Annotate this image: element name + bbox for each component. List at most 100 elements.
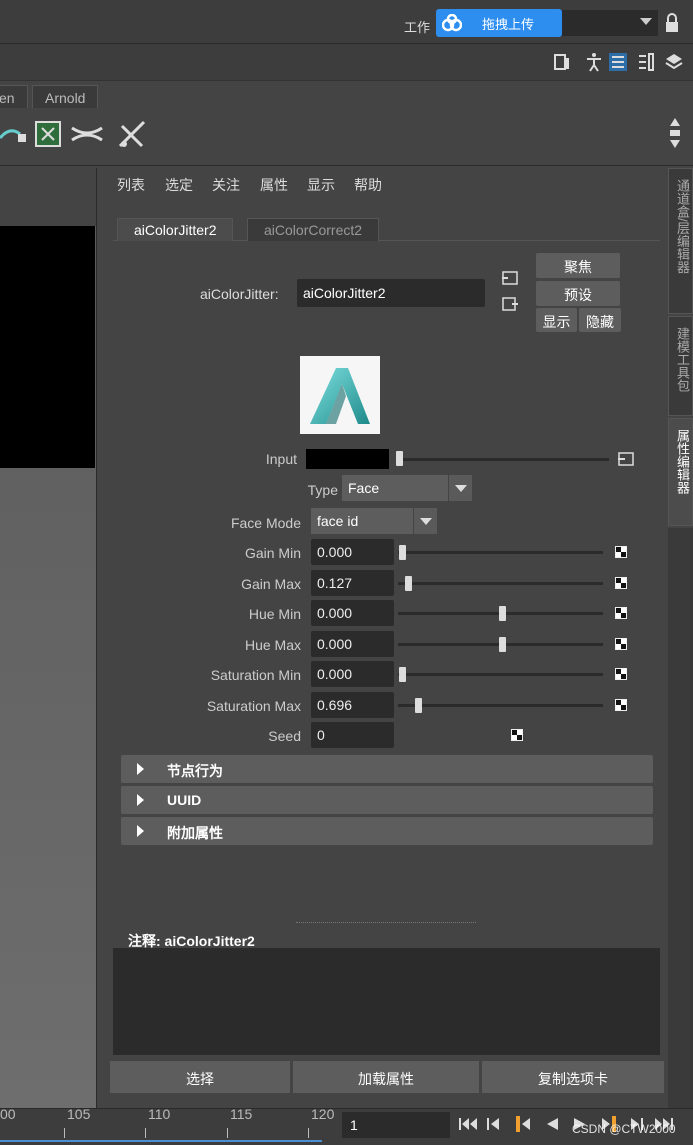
map-texture-icon[interactable]	[615, 577, 627, 589]
tick-mark	[145, 1128, 146, 1138]
section-extra-attributes[interactable]: 附加属性	[121, 817, 653, 845]
map-texture-icon[interactable]	[511, 729, 523, 741]
presets-button[interactable]: 预设	[536, 281, 620, 306]
tool-settings-icon[interactable]	[636, 52, 656, 72]
gain-min-field[interactable]: 0.000	[311, 539, 394, 565]
face-mode-value: face id	[317, 513, 359, 529]
arnold-logo-swatch	[300, 356, 380, 434]
seed-field[interactable]: 0	[311, 722, 394, 748]
menu-attributes[interactable]: 属性	[260, 175, 288, 195]
show-button[interactable]: 显示	[536, 308, 577, 332]
saturation-max-field[interactable]: 0.696	[311, 692, 394, 718]
human-ik-icon[interactable]	[584, 52, 604, 72]
tab-aicolorjitter2[interactable]: aiColorJitter2	[117, 218, 234, 241]
shelf-tab[interactable]: en	[0, 85, 28, 109]
saturation-max-slider-track[interactable]	[398, 704, 603, 707]
viewport-header	[0, 168, 96, 226]
current-frame-field[interactable]: 1	[342, 1112, 450, 1138]
menu-list[interactable]: 列表	[117, 175, 145, 195]
tick-label: 105	[67, 1106, 91, 1122]
shelf-tab-arnold[interactable]: Arnold	[32, 85, 99, 109]
hue-min-label: Hue Min	[248, 606, 301, 622]
go-to-start-icon[interactable]	[458, 1116, 480, 1132]
attribute-editor-toggle-icon[interactable]	[608, 52, 628, 72]
gain-max-slider-thumb[interactable]	[405, 576, 412, 591]
select-button[interactable]: 选择	[110, 1061, 290, 1093]
type-value: Face	[348, 480, 380, 496]
hue-min-field[interactable]: 0.000	[311, 600, 394, 626]
lock-icon[interactable]	[664, 12, 680, 34]
section-node-behavior[interactable]: 节点行为	[121, 755, 653, 783]
section-uuid-label: UUID	[167, 792, 202, 808]
saturation-min-slider-thumb[interactable]	[399, 667, 406, 682]
load-attributes-button[interactable]: 加载属性	[293, 1061, 479, 1093]
input-slider-thumb[interactable]	[396, 451, 403, 466]
input-color-swatch[interactable]	[306, 449, 389, 469]
type-dropdown[interactable]: Face	[342, 475, 472, 501]
gain-max-field[interactable]: 0.127	[311, 570, 394, 596]
layers-icon[interactable]	[664, 52, 684, 72]
watermark: CSDN @CTW2000	[572, 1122, 676, 1136]
cloud-logo-icon	[442, 14, 462, 32]
copy-tab-button[interactable]: 复制选项卡	[482, 1061, 664, 1093]
notes-textarea[interactable]	[113, 948, 660, 1055]
map-texture-icon[interactable]	[615, 668, 627, 680]
tick-mark	[64, 1128, 65, 1138]
drag-upload-button[interactable]: 拖拽上传	[436, 9, 562, 37]
tab-aicolorcorrect2[interactable]: aiColorCorrect2	[247, 218, 380, 241]
map-texture-icon[interactable]	[615, 546, 627, 558]
hide-button[interactable]: 隐藏	[579, 308, 621, 332]
section-extra-attributes-label: 附加属性	[167, 825, 223, 841]
upload-label: 拖拽上传	[482, 17, 535, 32]
face-mode-label: Face Mode	[230, 515, 301, 531]
focus-button[interactable]: 聚焦	[536, 253, 620, 278]
input-connection-icon[interactable]	[501, 270, 519, 286]
output-connection-icon[interactable]	[501, 296, 519, 312]
hue-max-slider-thumb[interactable]	[499, 637, 506, 652]
node-type-label: aiColorJitter:	[200, 286, 279, 302]
character-set-icon[interactable]	[552, 52, 572, 72]
menu-help[interactable]: 帮助	[354, 175, 382, 195]
input-slider-track[interactable]	[397, 458, 609, 461]
tick-label: 110	[148, 1106, 171, 1122]
node-name-field[interactable]: aiColorJitter2	[297, 279, 485, 307]
chevron-down-icon	[413, 508, 437, 534]
tick-label: 115	[230, 1106, 253, 1122]
gain-max-label: Gain Max	[241, 576, 301, 592]
gain-max-slider-track[interactable]	[398, 582, 603, 585]
saturation-min-field[interactable]: 0.000	[311, 661, 394, 687]
map-texture-icon[interactable]	[615, 638, 627, 650]
gain-min-slider-track[interactable]	[398, 551, 603, 554]
saturation-max-slider-thumb[interactable]	[415, 698, 422, 713]
saturation-min-slider-track[interactable]	[398, 673, 603, 676]
render-sequence-icon[interactable]	[0, 118, 30, 148]
map-input-icon[interactable]	[617, 452, 635, 466]
workspace-dropdown[interactable]	[562, 10, 658, 36]
tab-attribute-editor[interactable]: 属性编辑器	[668, 418, 693, 526]
shelf-scroll-arrows[interactable]	[666, 112, 684, 154]
expand-arrow-icon	[137, 763, 144, 775]
tick-mark	[227, 1128, 228, 1138]
tab-channel-box[interactable]: 通道盒/层编辑器	[668, 168, 693, 314]
map-texture-icon[interactable]	[615, 699, 627, 711]
section-uuid[interactable]: UUID	[121, 786, 653, 814]
render-view-icon[interactable]	[34, 120, 62, 148]
expand-arrow-icon	[137, 794, 144, 806]
gain-min-slider-thumb[interactable]	[399, 545, 406, 560]
face-mode-dropdown[interactable]: face id	[311, 508, 437, 534]
flush-cache-icon[interactable]	[116, 118, 148, 150]
step-back-key-icon[interactable]	[512, 1116, 534, 1132]
step-back-frame-icon[interactable]	[486, 1116, 502, 1132]
tab-modeling-toolkit[interactable]: 建模工具包	[668, 316, 693, 416]
hue-max-field[interactable]: 0.000	[311, 631, 394, 657]
seed-label: Seed	[268, 728, 301, 744]
light-icon[interactable]	[70, 120, 104, 148]
section-node-behavior-label: 节点行为	[167, 763, 223, 779]
menu-selected[interactable]: 选定	[165, 175, 193, 195]
menu-focus[interactable]: 关注	[212, 175, 240, 195]
map-texture-icon[interactable]	[615, 607, 627, 619]
play-backwards-icon[interactable]	[544, 1116, 560, 1132]
menu-show[interactable]: 显示	[307, 175, 335, 195]
notes-splitter[interactable]	[296, 922, 476, 923]
hue-min-slider-thumb[interactable]	[499, 606, 506, 621]
